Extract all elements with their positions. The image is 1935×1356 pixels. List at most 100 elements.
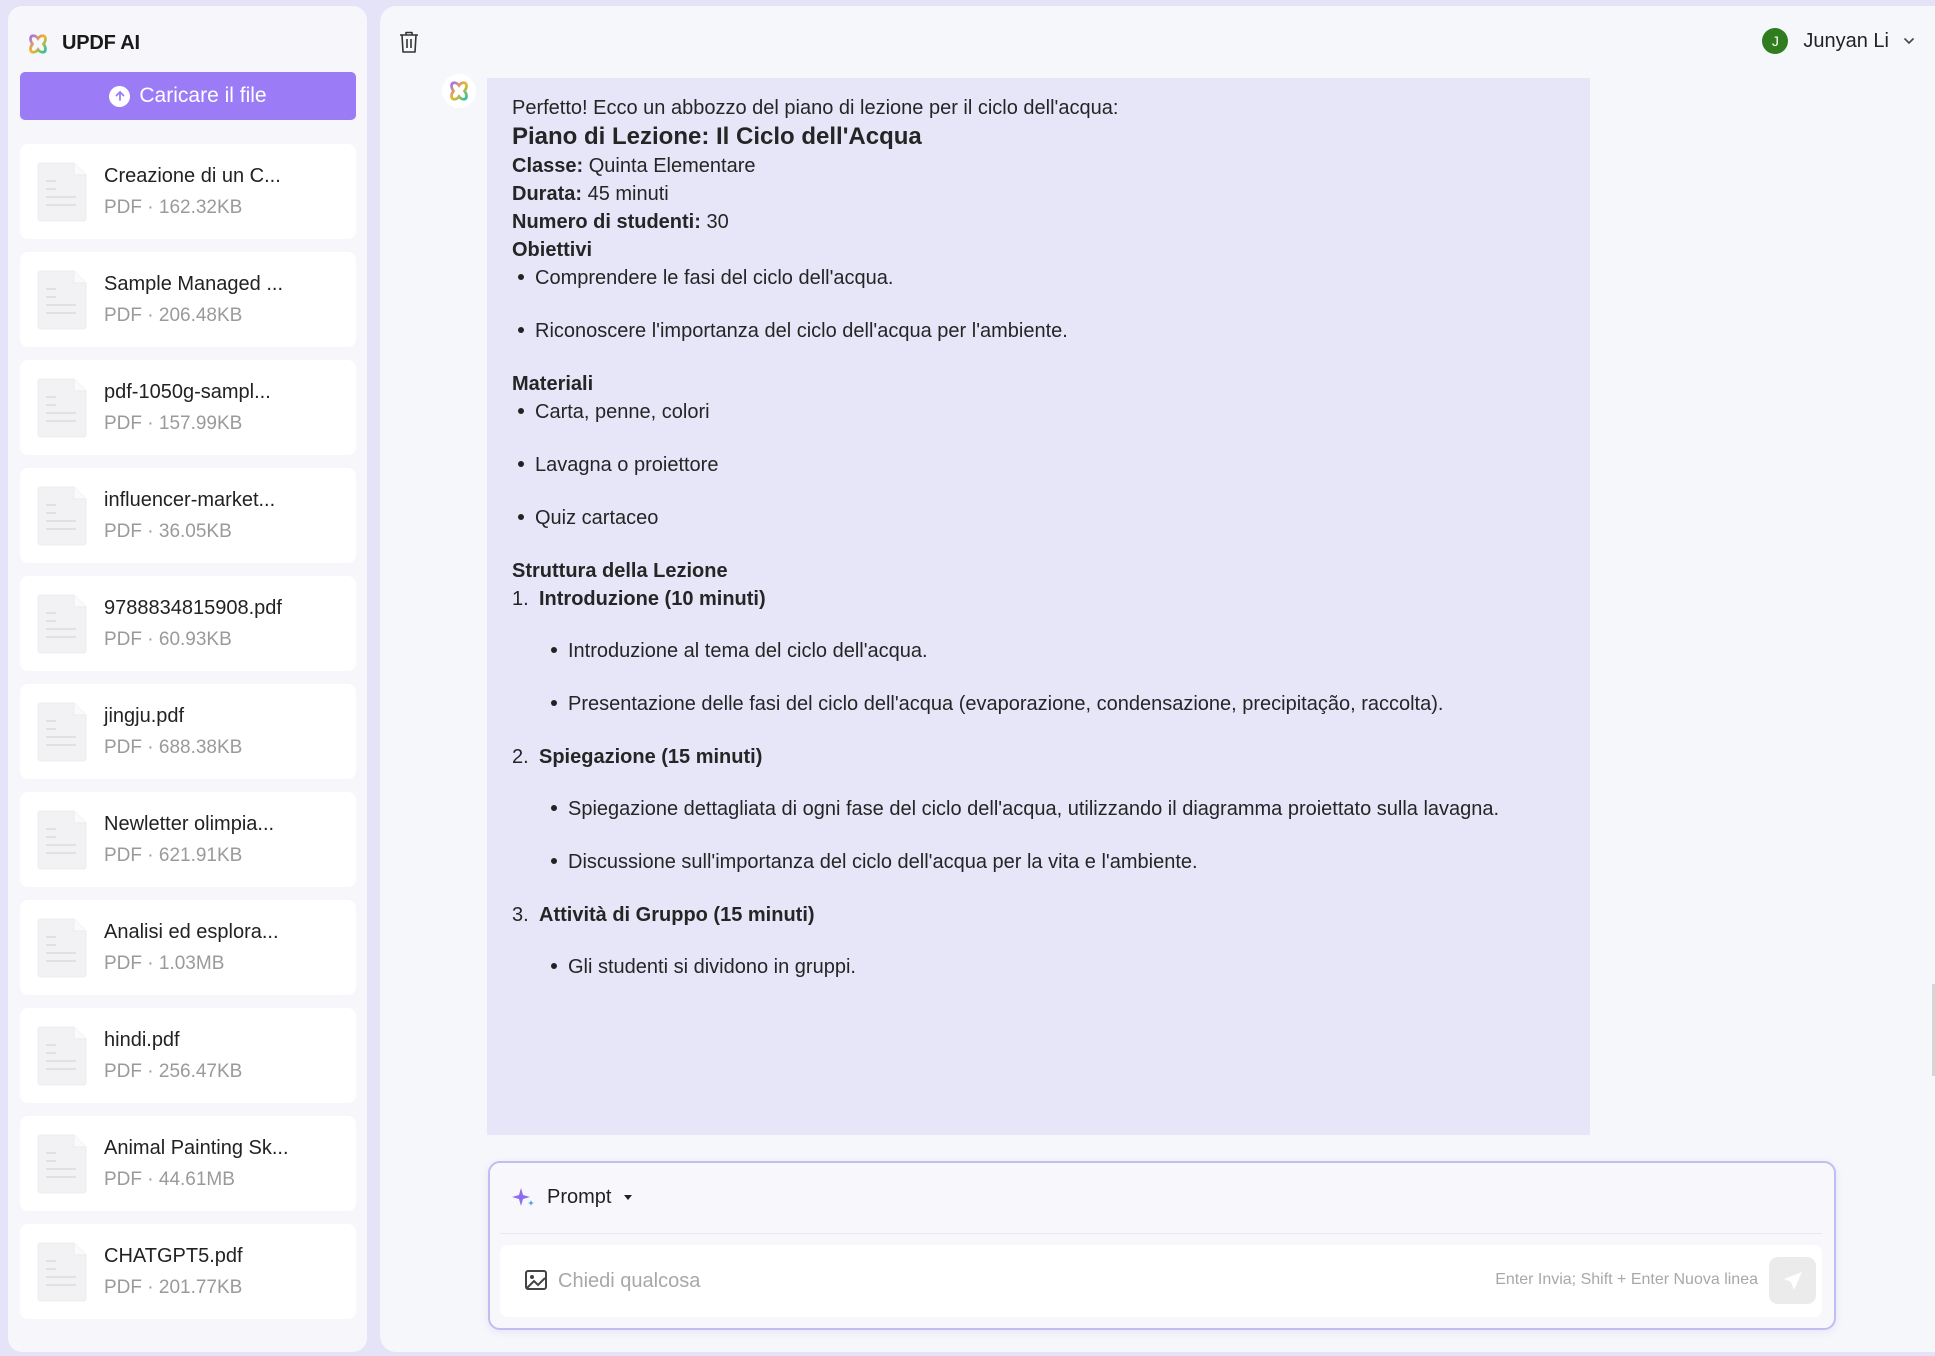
pdf-file-icon [37, 162, 87, 221]
file-list-item[interactable]: 9788834815908.pdf PDF · 60.93KB [20, 576, 356, 671]
detail-row: Numero di studenti: 30 [512, 211, 729, 233]
sparkle-icon [512, 1188, 534, 1206]
file-name: jingju.pdf [104, 704, 185, 727]
upload-file-button[interactable]: Caricare il file [20, 72, 356, 120]
prompt-label: Prompt [547, 1185, 612, 1208]
send-button[interactable] [1769, 1257, 1816, 1304]
detail-row: Durata: 45 minuti [512, 183, 669, 205]
sidebar: UPDF AI Caricare il file Creazione di un… [8, 6, 367, 1352]
keyboard-hint: Enter Invia; Shift + Enter Nuova linea [1495, 1271, 1758, 1288]
list-item: Lavagna o proiettore [512, 451, 1565, 479]
bullet-icon [551, 805, 557, 811]
structure-step: 3. Attività di Gruppo (15 minuti) [512, 904, 815, 926]
file-name: hindi.pdf [104, 1028, 180, 1051]
user-menu[interactable]: J Junyan Li [1762, 28, 1915, 54]
structure-heading: Struttura della Lezione [512, 560, 728, 582]
file-size: PDF · 162.32KB [104, 196, 243, 218]
chat-composer: Prompt Enter Invia; Shift + Enter Nuova … [488, 1161, 1836, 1330]
file-name: Analisi ed esplora... [104, 920, 279, 943]
list-item: Gli studenti si dividono in gruppi. [545, 953, 1565, 981]
pdf-file-icon [37, 270, 87, 329]
file-list-item[interactable]: Animal Painting Sk... PDF · 44.61MB [20, 1116, 356, 1211]
pdf-file-icon [37, 594, 87, 653]
pdf-file-icon [37, 378, 87, 437]
file-size: PDF · 60.93KB [104, 628, 232, 650]
file-name: pdf-1050g-sampl... [104, 380, 271, 403]
file-name: influencer-market... [104, 488, 276, 511]
pdf-file-icon [37, 1026, 87, 1085]
file-name: Creazione di un C... [104, 164, 281, 187]
app-logo-row: UPDF AI [27, 32, 140, 55]
file-size: PDF · 157.99KB [104, 412, 243, 434]
bullet-icon [551, 858, 557, 864]
user-name: Junyan Li [1803, 29, 1889, 52]
file-name: CHATGPT5.pdf [104, 1244, 243, 1267]
chat-panel: J Junyan Li Perfetto! Ecco un abbozzo de… [380, 6, 1935, 1352]
file-list-item[interactable]: Newletter olimpia... PDF · 621.91KB [20, 792, 356, 887]
bullet-icon [518, 274, 524, 280]
detail-row: Classe: Quinta Elementare [512, 155, 756, 177]
bullet-icon [518, 408, 524, 414]
avatar: J [1762, 28, 1789, 54]
file-size: PDF · 44.61MB [104, 1168, 235, 1190]
objectives-heading: Obiettivi [512, 239, 593, 261]
list-item: Introduzione al tema del ciclo dell'acqu… [545, 637, 1565, 665]
file-name: Sample Managed ... [104, 272, 283, 295]
prompt-dropdown[interactable]: Prompt [512, 1185, 633, 1209]
pdf-file-icon [37, 1242, 87, 1301]
upload-file-label: Caricare il file [139, 84, 267, 107]
file-list-item[interactable]: Creazione di un C... PDF · 162.32KB [20, 144, 356, 239]
bullet-icon [551, 700, 557, 706]
bullet-icon [551, 963, 557, 969]
structure-step: 1. Introduzione (10 minuti) [512, 588, 766, 610]
updf-ai-icon [450, 81, 468, 101]
materials-heading: Materiali [512, 373, 594, 395]
list-item: Presentazione delle fasi del ciclo dell'… [545, 690, 1565, 718]
chat-input[interactable] [558, 1259, 1378, 1303]
message-title: Piano di Lezione: Il Ciclo dell'Acqua [512, 123, 922, 150]
file-size: PDF · 688.38KB [104, 736, 243, 758]
file-name: 9788834815908.pdf [104, 596, 282, 619]
image-upload-icon[interactable] [524, 1268, 548, 1292]
list-item: Discussione sull'importanza del ciclo de… [545, 848, 1565, 876]
bullet-icon [518, 514, 524, 520]
file-size: PDF · 1.03MB [104, 952, 225, 974]
send-icon [1783, 1271, 1802, 1290]
file-size: PDF · 621.91KB [104, 844, 243, 866]
file-list-item[interactable]: hindi.pdf PDF · 256.47KB [20, 1008, 356, 1103]
file-size: PDF · 36.05KB [104, 520, 232, 542]
file-size: PDF · 201.77KB [104, 1276, 243, 1298]
file-size: PDF · 206.48KB [104, 304, 243, 326]
structure-step: 2. Spiegazione (15 minuti) [512, 746, 763, 768]
file-list-item[interactable]: influencer-market... PDF · 36.05KB [20, 468, 356, 563]
file-list: Creazione di un C... PDF · 162.32KB Samp… [20, 144, 356, 1332]
list-item: Spiegazione dettagliata di ogni fase del… [545, 795, 1565, 823]
divider [500, 1233, 1822, 1234]
updf-logo-icon [29, 33, 47, 54]
upload-arrow-icon [109, 85, 131, 107]
file-name: Animal Painting Sk... [104, 1136, 289, 1159]
file-list-item[interactable]: CHATGPT5.pdf PDF · 201.77KB [20, 1224, 356, 1319]
pdf-file-icon [37, 810, 87, 869]
file-list-item[interactable]: Analisi ed esplora... PDF · 1.03MB [20, 900, 356, 995]
bullet-icon [518, 461, 524, 467]
file-list-item[interactable]: jingju.pdf PDF · 688.38KB [20, 684, 356, 779]
pdf-file-icon [37, 918, 87, 977]
app-name: UPDF AI [62, 32, 140, 54]
list-item: Comprendere le fasi del ciclo dell'acqua… [512, 264, 1565, 292]
chevron-down-icon [1903, 37, 1915, 45]
bullet-icon [551, 647, 557, 653]
pdf-file-icon [37, 702, 87, 761]
list-item: Quiz cartaceo [512, 504, 1565, 532]
pdf-file-icon [37, 486, 87, 545]
ai-message-bubble: Perfetto! Ecco un abbozzo del piano di l… [487, 78, 1590, 1135]
file-size: PDF · 256.47KB [104, 1060, 243, 1082]
trash-icon[interactable] [398, 30, 420, 54]
caret-down-icon [624, 1194, 633, 1200]
file-list-item[interactable]: Sample Managed ... PDF · 206.48KB [20, 252, 356, 347]
file-name: Newletter olimpia... [104, 812, 275, 835]
lesson-details: Classe: Quinta Elementare Durata: 45 min… [512, 152, 1565, 236]
list-item: Riconoscere l'importanza del ciclo dell'… [512, 317, 1565, 345]
bullet-icon [518, 327, 524, 333]
file-list-item[interactable]: pdf-1050g-sampl... PDF · 157.99KB [20, 360, 356, 455]
